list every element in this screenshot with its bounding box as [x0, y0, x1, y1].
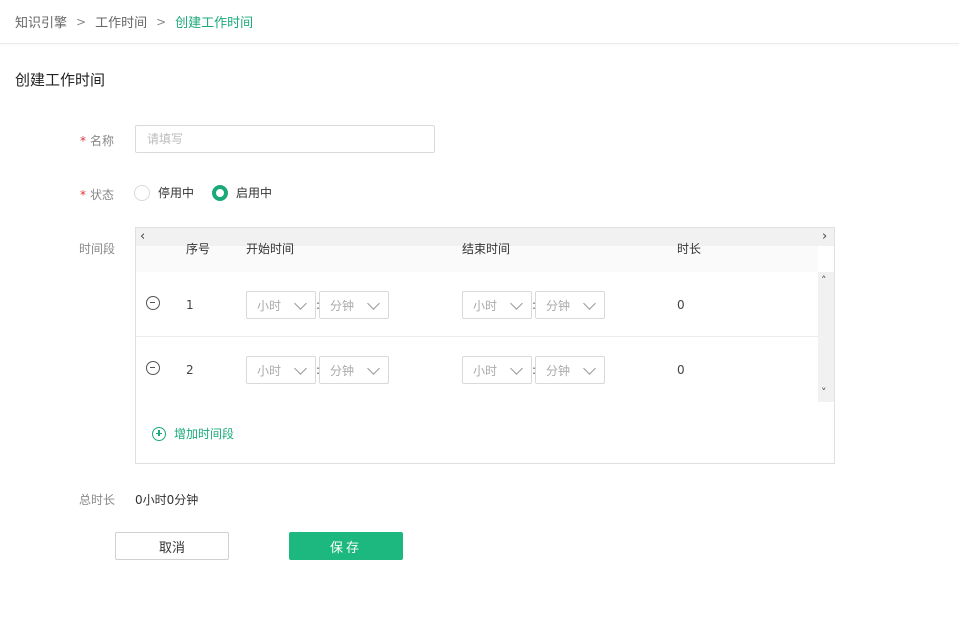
scroll-up-icon[interactable]: ˄: [821, 274, 827, 287]
end-minute-placeholder: 分钟: [546, 298, 571, 313]
status-radio-enabled[interactable]: 启用中: [212, 184, 272, 201]
plus-circle-icon: [152, 426, 166, 441]
status-label-text: 状态: [90, 188, 115, 202]
cancel-button[interactable]: 取消: [115, 532, 229, 560]
breadcrumb-separator: >: [156, 14, 167, 29]
status-radio-group: 停用中 启用中: [134, 184, 290, 201]
name-input[interactable]: [135, 125, 435, 153]
chevron-down-icon: [583, 297, 596, 310]
column-header-index: 序号: [186, 242, 211, 256]
time-segments-label: 时间段: [79, 242, 116, 256]
page-title: 创建工作时间: [15, 71, 106, 89]
start-hour-placeholder: 小时: [257, 298, 282, 313]
total-duration-value: 0小时0分钟: [135, 493, 199, 507]
row-duration: 0: [677, 363, 685, 377]
row-duration: 0: [677, 298, 685, 312]
chevron-down-icon: [510, 362, 523, 375]
required-mark: *: [80, 134, 86, 148]
start-minute-placeholder: 分钟: [330, 298, 355, 313]
remove-row-icon[interactable]: [146, 361, 160, 375]
table-header: 序号 开始时间 结束时间 时长: [136, 242, 818, 272]
vertical-scrollbar[interactable]: ˄ ˅: [818, 272, 834, 402]
chevron-down-icon: [510, 297, 523, 310]
save-button[interactable]: 保存: [289, 532, 403, 560]
time-segments-table: ‹ › 序号 开始时间 结束时间 时长 1 小时 : 分钟 小时 : 分钟 0 …: [135, 227, 835, 464]
chevron-down-icon: [294, 362, 307, 375]
start-minute-select[interactable]: 分钟: [319, 356, 389, 384]
chevron-down-icon: [583, 362, 596, 375]
column-header-start-time: 开始时间: [246, 242, 295, 256]
column-header-duration: 时长: [677, 242, 702, 256]
start-minute-select[interactable]: 分钟: [319, 291, 389, 319]
end-hour-placeholder: 小时: [473, 298, 498, 313]
chevron-down-icon: [367, 297, 380, 310]
start-hour-select[interactable]: 小时: [246, 291, 316, 319]
scroll-down-icon[interactable]: ˅: [821, 386, 827, 399]
status-label: * 状态: [80, 186, 114, 203]
add-time-segment-button[interactable]: 增加时间段: [152, 425, 234, 442]
chevron-down-icon: [294, 297, 307, 310]
radio-checked-icon: [212, 184, 229, 201]
start-minute-placeholder: 分钟: [330, 363, 355, 378]
status-option-disabled-label: 停用中: [158, 186, 195, 200]
status-option-enabled-label: 启用中: [236, 186, 273, 200]
scroll-right-icon[interactable]: ›: [822, 229, 827, 245]
end-minute-placeholder: 分钟: [546, 363, 571, 378]
end-minute-select[interactable]: 分钟: [535, 356, 605, 384]
required-mark: *: [80, 188, 86, 202]
breadcrumb-item-current: 创建工作时间: [175, 16, 254, 31]
table-row: 1 小时 : 分钟 小时 : 分钟 0: [136, 272, 818, 337]
row-index: 2: [186, 363, 194, 377]
column-header-end-time: 结束时间: [462, 242, 511, 256]
remove-row-icon[interactable]: [146, 296, 160, 310]
name-label: * 名称: [80, 132, 114, 149]
name-label-text: 名称: [90, 134, 115, 148]
end-minute-select[interactable]: 分钟: [535, 291, 605, 319]
start-hour-placeholder: 小时: [257, 363, 282, 378]
end-hour-select[interactable]: 小时: [462, 291, 532, 319]
total-duration-label: 总时长: [79, 493, 116, 507]
end-hour-select[interactable]: 小时: [462, 356, 532, 384]
row-index: 1: [186, 298, 194, 312]
end-hour-placeholder: 小时: [473, 363, 498, 378]
breadcrumb-item-work-time[interactable]: 工作时间: [95, 12, 147, 31]
breadcrumb-item-knowledge-engine[interactable]: 知识引擎: [15, 12, 67, 31]
table-row: 2 小时 : 分钟 小时 : 分钟 0: [136, 337, 818, 402]
radio-unchecked-icon: [134, 184, 150, 201]
start-hour-select[interactable]: 小时: [246, 356, 316, 384]
status-radio-disabled[interactable]: 停用中: [134, 184, 194, 201]
breadcrumb-separator: >: [76, 14, 87, 29]
add-time-segment-label: 增加时间段: [174, 427, 235, 441]
breadcrumb: 知识引擎 > 工作时间 > 创建工作时间: [0, 0, 959, 44]
scroll-left-icon[interactable]: ‹: [140, 229, 145, 245]
chevron-down-icon: [367, 362, 380, 375]
